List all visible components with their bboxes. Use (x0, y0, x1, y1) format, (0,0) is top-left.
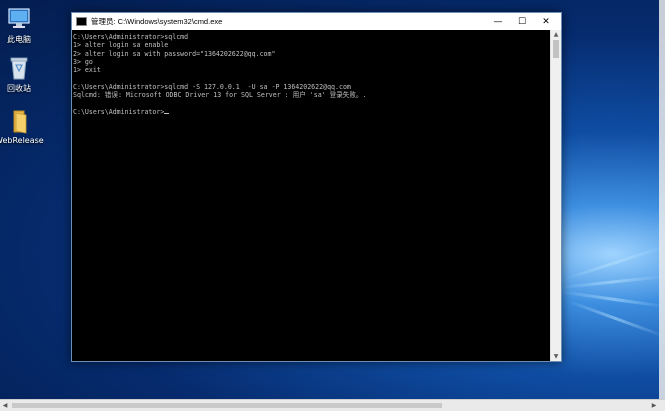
close-button[interactable]: ✕ (534, 13, 558, 30)
desktop-icon-computer[interactable]: 此电脑 (0, 6, 43, 45)
console-prompt-line[interactable]: C:\Users\Administrator> (72, 108, 551, 116)
scroll-down-arrow-icon[interactable]: ▼ (551, 352, 561, 361)
console-line: C:\Users\Administrator>sqlcmd (73, 33, 189, 41)
page-vertical-scrollbar[interactable] (659, 0, 665, 399)
wallpaper-beam (560, 275, 665, 289)
scroll-right-arrow-icon[interactable]: ▶ (649, 400, 659, 411)
desktop-icon-label: 此电脑 (7, 35, 31, 44)
console-line: Sqlcmd: 错误: Microsoft ODBC Driver 13 for… (73, 91, 367, 100)
console-line: 3> go (73, 57, 93, 66)
maximize-button[interactable]: ☐ (510, 13, 534, 30)
vertical-scrollbar[interactable]: ▲ ▼ (550, 30, 561, 361)
recycle-bin-icon (5, 55, 33, 81)
desktop-icon-webrelease[interactable]: WebRelease (0, 108, 44, 145)
title-bar[interactable]: 管理员: C:\Windows\system32\cmd.exe — ☐ ✕ (72, 13, 561, 30)
console-line: C:\Users\Administrator>sqlcmd -S 127.0.0… (73, 82, 351, 91)
console-line: 1> exit (73, 66, 101, 75)
console-line: 1> alter login sa enable (73, 41, 169, 50)
page-horizontal-scrollbar[interactable]: ◀ ▶ (0, 399, 665, 411)
scroll-thumb[interactable] (553, 40, 559, 58)
console-prompt: C:\Users\Administrator> (73, 107, 165, 116)
text-cursor (164, 112, 170, 114)
computer-icon (5, 6, 33, 32)
scroll-left-arrow-icon[interactable]: ◀ (0, 400, 10, 411)
wallpaper-beam (564, 245, 665, 281)
window-title: 管理员: C:\Windows\system32\cmd.exe (91, 17, 223, 26)
desktop-icon-label: WebRelease (0, 136, 44, 145)
scroll-up-arrow-icon[interactable]: ▲ (551, 30, 561, 39)
horizontal-scroll-thumb[interactable] (12, 403, 442, 408)
minimize-button[interactable]: — (486, 13, 510, 30)
cmd-window[interactable]: 管理员: C:\Windows\system32\cmd.exe — ☐ ✕ C… (71, 12, 562, 362)
console-line: 2> alter login sa with password="1364202… (73, 49, 276, 58)
cmd-app-icon (76, 17, 87, 26)
desktop-icon-recycle-bin[interactable]: 回收站 (0, 55, 43, 94)
console-output[interactable]: C:\Users\Administrator>sqlcmd 1> alter l… (72, 30, 551, 361)
folder-icon (5, 108, 33, 134)
desktop-icon-label: 回收站 (7, 84, 31, 93)
desktop: { "desktop": { "icons": [ {"label": "此电脑… (0, 0, 665, 411)
